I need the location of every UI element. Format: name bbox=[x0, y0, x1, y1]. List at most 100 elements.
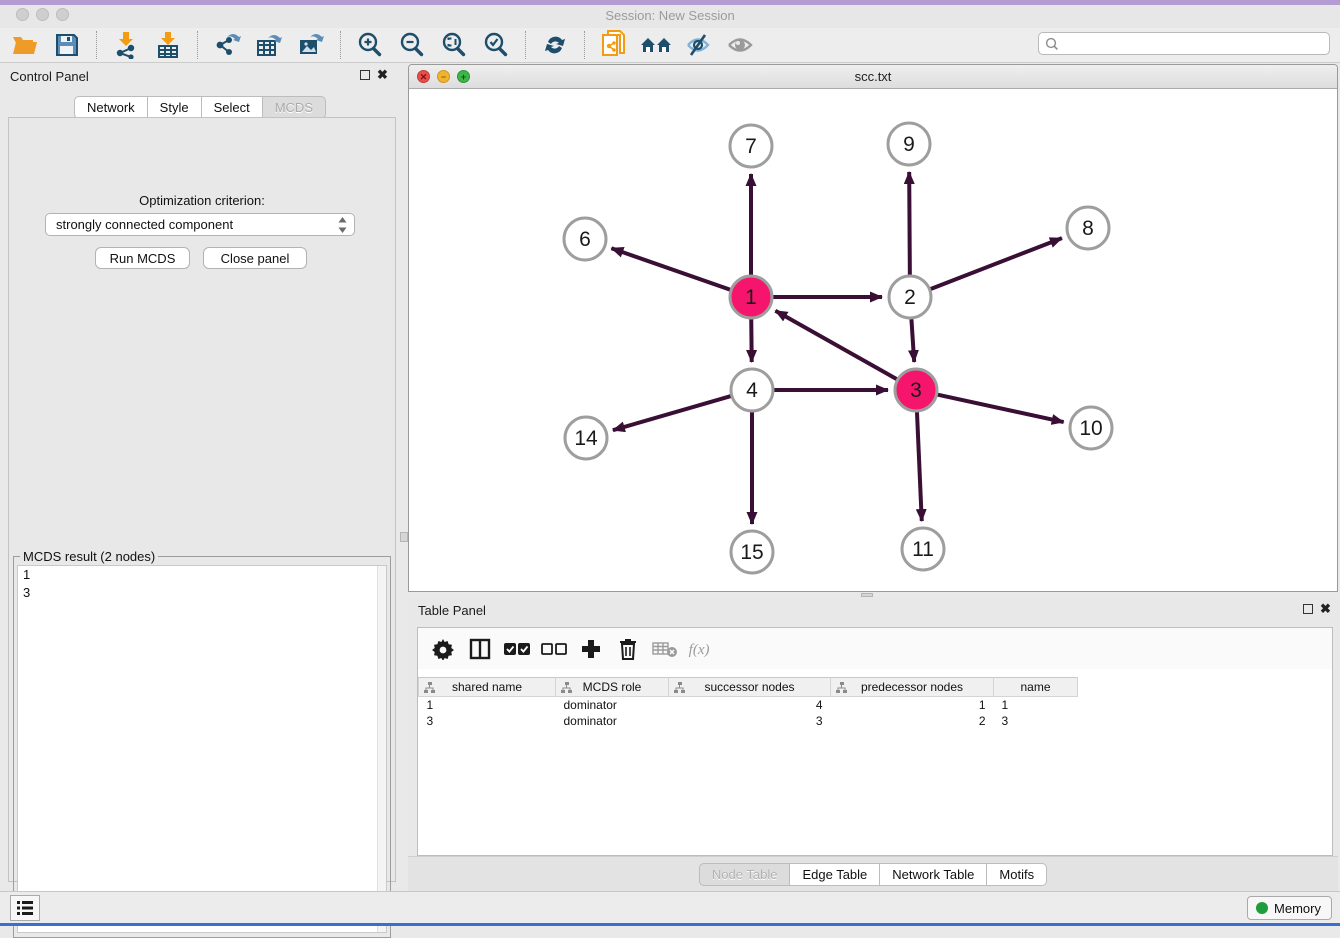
svg-text:f(x): f(x) bbox=[689, 642, 710, 658]
float-panel-icon[interactable] bbox=[360, 70, 370, 80]
search-field[interactable] bbox=[1038, 32, 1330, 55]
tab-style[interactable]: Style bbox=[148, 96, 202, 119]
column-header-predecessor-nodes[interactable]: predecessor nodes bbox=[831, 678, 994, 697]
refresh-layout-icon[interactable] bbox=[538, 30, 572, 60]
tab-node-table[interactable]: Node Table bbox=[699, 863, 791, 886]
zoom-out-icon[interactable] bbox=[395, 30, 429, 60]
homes-icon[interactable] bbox=[639, 30, 673, 60]
delete-table-icon[interactable] bbox=[650, 635, 680, 663]
node-label-11: 11 bbox=[912, 538, 934, 561]
network-window-titlebar[interactable]: ✕ − + scc.txt bbox=[409, 65, 1337, 89]
network-canvas[interactable]: 7968124314101511 bbox=[409, 89, 1337, 591]
float-panel-icon[interactable] bbox=[1303, 604, 1313, 614]
tab-select[interactable]: Select bbox=[202, 96, 263, 119]
table-cell[interactable]: 1 bbox=[831, 697, 994, 713]
import-network-icon[interactable] bbox=[109, 30, 143, 60]
eye-icon[interactable] bbox=[723, 30, 757, 60]
toolbar-separator bbox=[340, 31, 341, 59]
close-panel-icon[interactable]: ✖ bbox=[377, 68, 388, 81]
column-header-MCDS-role[interactable]: MCDS role bbox=[556, 678, 669, 697]
close-panel-icon[interactable]: ✖ bbox=[1320, 602, 1331, 615]
mcds-panel: Optimization criterion: strongly connect… bbox=[8, 117, 396, 882]
search-icon bbox=[1045, 37, 1059, 51]
result-item: 3 bbox=[18, 584, 386, 602]
list-icon bbox=[16, 900, 34, 916]
toolbar-separator bbox=[197, 31, 198, 59]
table-row[interactable]: 1dominator411 bbox=[419, 697, 1078, 713]
splitter-handle[interactable] bbox=[400, 532, 408, 542]
node-label-15: 15 bbox=[740, 541, 763, 564]
tab-network[interactable]: Network bbox=[74, 96, 148, 119]
node-table[interactable]: shared nameMCDS rolesuccessor nodesprede… bbox=[418, 677, 1078, 729]
edge-1-4[interactable] bbox=[751, 314, 752, 362]
main-toolbar bbox=[0, 28, 1340, 63]
table-cell[interactable]: 3 bbox=[419, 713, 556, 729]
close-panel-button[interactable]: Close panel bbox=[203, 247, 307, 269]
edge-3-1[interactable] bbox=[775, 311, 901, 382]
export-network-icon[interactable] bbox=[210, 30, 244, 60]
table-cell[interactable]: 1 bbox=[994, 697, 1078, 713]
clone-network-icon[interactable] bbox=[597, 30, 631, 60]
deselect-checkboxes-icon[interactable] bbox=[539, 635, 569, 663]
column-header-shared-name[interactable]: shared name bbox=[419, 678, 556, 697]
gear-icon[interactable] bbox=[428, 635, 458, 663]
tab-mcds[interactable]: MCDS bbox=[263, 96, 326, 119]
task-history-button[interactable] bbox=[10, 895, 40, 921]
control-panel: Control Panel ✖ NetworkStyleSelectMCDS O… bbox=[0, 63, 400, 891]
criterion-select[interactable]: strongly connected component bbox=[45, 213, 355, 236]
network-window-title: scc.txt bbox=[409, 69, 1337, 84]
tab-edge-table[interactable]: Edge Table bbox=[790, 863, 880, 886]
mcds-result-list[interactable]: 13 bbox=[17, 565, 387, 933]
mcds-result-group: MCDS result (2 nodes) 13 bbox=[13, 556, 391, 938]
network-window: ✕ − + scc.txt 7968124314101511 bbox=[408, 64, 1338, 592]
edge-3-10[interactable] bbox=[933, 394, 1064, 422]
zoom-selected-icon[interactable] bbox=[479, 30, 513, 60]
search-input[interactable] bbox=[1059, 35, 1329, 53]
table-cell[interactable]: 3 bbox=[994, 713, 1078, 729]
column-header-name[interactable]: name bbox=[994, 678, 1078, 697]
table-cell[interactable]: dominator bbox=[556, 697, 669, 713]
table-panel-header: Table Panel ✖ bbox=[408, 597, 1338, 623]
network-graph[interactable]: 7968124314101511 bbox=[409, 89, 1337, 591]
node-label-4: 4 bbox=[746, 379, 758, 402]
memory-button[interactable]: Memory bbox=[1247, 896, 1332, 920]
combo-arrows-icon bbox=[337, 216, 348, 234]
control-panel-tabs: NetworkStyleSelectMCDS bbox=[0, 96, 400, 119]
export-image-icon[interactable] bbox=[294, 30, 328, 60]
table-row[interactable]: 3dominator323 bbox=[419, 713, 1078, 729]
node-label-8: 8 bbox=[1082, 217, 1094, 240]
function-builder-icon[interactable]: f(x) bbox=[687, 635, 717, 663]
zoom-fit-icon[interactable] bbox=[437, 30, 471, 60]
tab-network-table[interactable]: Network Table bbox=[880, 863, 987, 886]
edge-2-3[interactable] bbox=[911, 314, 914, 362]
open-file-icon[interactable] bbox=[8, 30, 42, 60]
edge-2-9[interactable] bbox=[909, 172, 910, 280]
zoom-in-icon[interactable] bbox=[353, 30, 387, 60]
select-all-checkboxes-icon[interactable] bbox=[502, 635, 532, 663]
edge-3-11[interactable] bbox=[917, 407, 922, 521]
edge-1-6[interactable] bbox=[611, 248, 735, 291]
window-title: Session: New Session bbox=[0, 8, 1340, 23]
save-session-icon[interactable] bbox=[50, 30, 84, 60]
export-table-icon[interactable] bbox=[252, 30, 286, 60]
trash-icon[interactable] bbox=[613, 635, 643, 663]
criterion-value: strongly connected component bbox=[56, 217, 233, 232]
column-view-icon[interactable] bbox=[465, 635, 495, 663]
table-cell[interactable]: 1 bbox=[419, 697, 556, 713]
table-cell[interactable]: 3 bbox=[669, 713, 831, 729]
edge-2-8[interactable] bbox=[926, 238, 1062, 291]
table-cell[interactable]: 4 bbox=[669, 697, 831, 713]
add-column-icon[interactable] bbox=[576, 635, 606, 663]
column-header-successor-nodes[interactable]: successor nodes bbox=[669, 678, 831, 697]
vertical-splitter[interactable] bbox=[400, 63, 408, 891]
tab-motifs[interactable]: Motifs bbox=[987, 863, 1047, 886]
scrollbar[interactable] bbox=[377, 566, 386, 932]
table-cell[interactable]: dominator bbox=[556, 713, 669, 729]
hide-graphics-details-icon[interactable] bbox=[681, 30, 715, 60]
node-label-3: 3 bbox=[910, 379, 922, 402]
import-table-icon[interactable] bbox=[151, 30, 185, 60]
edge-4-14[interactable] bbox=[613, 395, 736, 431]
mcds-result-title: MCDS result (2 nodes) bbox=[20, 549, 158, 564]
table-cell[interactable]: 2 bbox=[831, 713, 994, 729]
run-mcds-button[interactable]: Run MCDS bbox=[95, 247, 190, 269]
